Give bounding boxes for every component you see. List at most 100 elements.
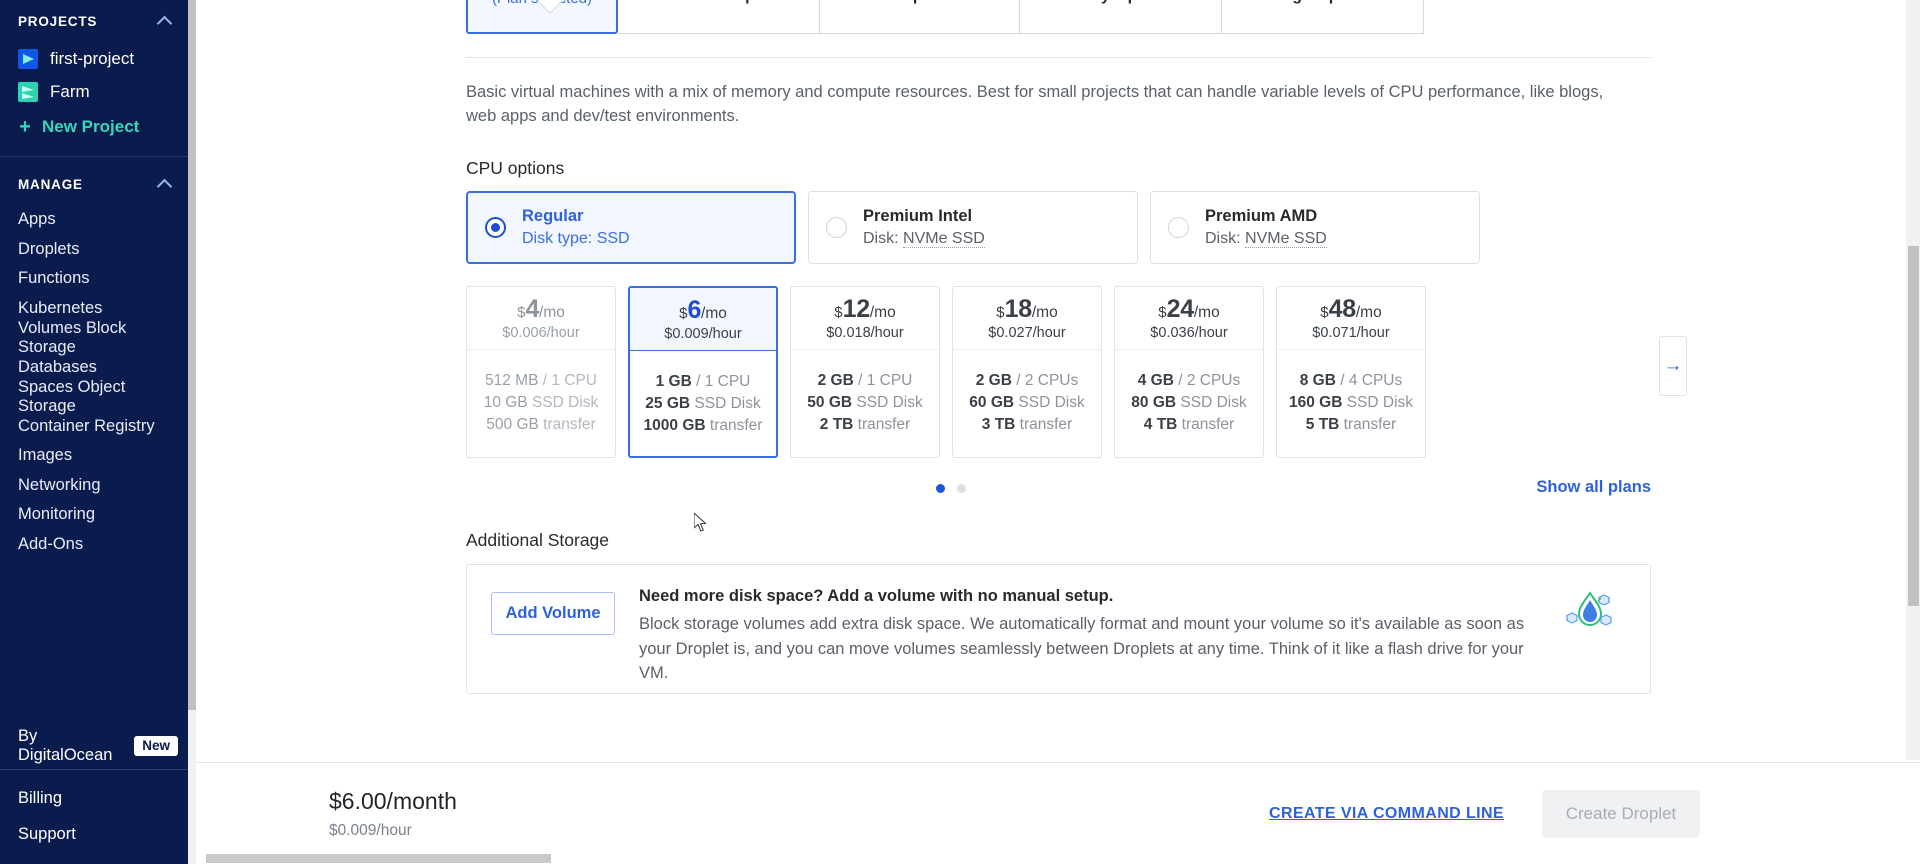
add-volume-button[interactable]: Add Volume xyxy=(491,591,615,635)
carousel-dot-2[interactable] xyxy=(957,484,966,494)
sidebar-item-label: Apps xyxy=(18,210,56,229)
plan-mem: 512 MB xyxy=(485,371,539,389)
create-droplet-button[interactable]: Create Droplet xyxy=(1542,789,1700,838)
show-all-plans-link[interactable]: Show all plans xyxy=(1536,478,1651,497)
sidebar-item-functions[interactable]: Functions xyxy=(0,264,196,294)
section-divider xyxy=(466,57,1651,58)
cpu-option-regular[interactable]: Regular Disk type: SSD xyxy=(466,190,796,264)
tab-label: CPU-Optimized xyxy=(861,0,977,5)
tab-memory-optimized[interactable]: Memory-Optimized xyxy=(1020,0,1222,34)
plan-disk-label: SSD Disk xyxy=(694,394,761,412)
main-scrollbar-thumb[interactable] xyxy=(1908,246,1919,606)
tab-general-purpose[interactable]: General Purpose xyxy=(618,0,820,34)
plan-transfer: 5 TB xyxy=(1305,415,1340,433)
plan-disk: 160 GB xyxy=(1288,393,1343,411)
arrow-right-icon[interactable]: → xyxy=(1659,335,1687,396)
sidebar-item-images[interactable]: Images xyxy=(0,441,196,471)
radio-icon[interactable] xyxy=(485,216,506,238)
sidebar-scrollbar-thumb[interactable] xyxy=(188,0,196,710)
sidebar-item-add-ons[interactable]: Add-Ons xyxy=(0,530,196,560)
plan-period: /mo xyxy=(1355,303,1382,321)
by-digitalocean-label: By DigitalOcean xyxy=(18,727,113,764)
plan-card[interactable]: $ 6 /mo $0.009/hour 1 GB / 1 CPU 25 GB S… xyxy=(628,285,778,458)
cpu-option-name: Premium AMD xyxy=(1205,206,1318,225)
cpu-option-premium-intel[interactable]: Premium Intel Disk: NVMe SSD xyxy=(808,190,1138,264)
plan-card[interactable]: $ 18 /mo $0.027/hour 2 GB / 2 CPUs 60 GB… xyxy=(952,285,1102,458)
additional-storage-body: Block storage volumes add extra disk spa… xyxy=(639,614,1525,683)
plan-mem: 4 GB xyxy=(1137,371,1174,389)
new-project-label: New Project xyxy=(42,117,140,136)
sidebar-item-monitoring[interactable]: Monitoring xyxy=(0,500,196,530)
sidebar-item-apps[interactable]: Apps xyxy=(0,205,196,235)
main-content: (Plan selected) General Purpose CPU-Opti… xyxy=(196,0,1920,864)
horizontal-scrollbar-thumb[interactable] xyxy=(206,854,551,863)
plan-card[interactable]: $ 12 /mo $0.018/hour 2 GB / 1 CPU 50 GB … xyxy=(790,285,940,458)
create-via-command-line-link[interactable]: CREATE VIA COMMAND LINE xyxy=(1269,805,1504,823)
plan-carousel: $ 4 /mo $0.006/hour 512 MB / 1 CPU 10 GB… xyxy=(466,285,1687,458)
by-digitalocean-row[interactable]: By DigitalOcean New xyxy=(0,723,196,769)
plan-transfer: 3 TB xyxy=(981,415,1016,433)
plan-transfer-label: transfer xyxy=(709,416,763,434)
plan-description: Basic virtual machines with a mix of mem… xyxy=(466,83,1604,126)
chevron-up-icon[interactable] xyxy=(158,177,172,191)
plan-specs: 512 MB / 1 CPU 10 GB SSD Disk 500 GB tra… xyxy=(483,371,599,433)
tab-cpu-optimized[interactable]: CPU-Optimized xyxy=(820,0,1020,34)
manage-header-label: MANAGE xyxy=(18,176,83,192)
plan-hourly: $0.006/hour xyxy=(502,324,580,341)
plan-card[interactable]: $ 48 /mo $0.071/hour 8 GB / 4 CPUs 160 G… xyxy=(1276,285,1426,458)
horizontal-scrollbar[interactable] xyxy=(196,852,1920,864)
sidebar-item-volumes-block-storage[interactable]: Volumes Block Storage xyxy=(0,319,196,356)
sidebar-item-billing[interactable]: Billing xyxy=(0,780,196,816)
plan-cpu: 4 CPUs xyxy=(1348,371,1403,389)
sidebar-item-label: Droplets xyxy=(18,239,80,258)
sidebar-item-spaces-object-storage[interactable]: Spaces Object Storage xyxy=(0,378,196,415)
plan-cpu: 1 CPU xyxy=(551,371,597,389)
sidebar-item-first-project[interactable]: first-project xyxy=(0,42,196,75)
plan-currency: $ xyxy=(1158,303,1167,321)
plan-hourly: $0.036/hour xyxy=(1150,324,1228,341)
projects-section-header[interactable]: PROJECTS xyxy=(0,0,196,42)
plan-cpu: 1 CPU xyxy=(866,371,913,389)
sidebar-footer: By DigitalOcean New Billing Support xyxy=(0,723,196,864)
plan-disk: 80 GB xyxy=(1131,393,1177,411)
sidebar-item-label: Farm xyxy=(50,81,90,101)
plan-amount: 18 xyxy=(1004,294,1033,323)
carousel-footer: Show all plans xyxy=(466,478,1651,500)
sidebar-item-label: Functions xyxy=(18,269,90,288)
scroll-down-arrow-icon[interactable] xyxy=(188,854,196,864)
price-summary: $6.00/month $0.009/hour xyxy=(329,788,457,840)
plan-transfer: 1000 GB xyxy=(643,416,706,434)
sidebar-item-droplets[interactable]: Droplets xyxy=(0,235,196,265)
radio-icon[interactable] xyxy=(1168,216,1189,238)
plan-mem: 2 GB xyxy=(817,371,854,389)
plan-disk-label: SSD Disk xyxy=(856,393,923,411)
cpu-option-premium-amd[interactable]: Premium AMD Disk: NVMe SSD xyxy=(1150,190,1480,264)
plan-disk-label: SSD Disk xyxy=(531,393,599,411)
plan-cpu: 2 CPUs xyxy=(1186,371,1241,389)
plan-hourly: $0.018/hour xyxy=(826,324,904,341)
plan-price: $ 6 /mo $0.009/hour xyxy=(630,287,776,351)
sidebar-item-label: Monitoring xyxy=(18,505,96,524)
plan-price: $ 12 /mo $0.018/hour xyxy=(791,287,939,350)
plan-disk: 10 GB xyxy=(483,393,528,411)
manage-section-header[interactable]: MANAGE xyxy=(0,163,196,205)
carousel-dot-1[interactable] xyxy=(936,484,945,494)
sidebar-item-networking[interactable]: Networking xyxy=(0,471,196,501)
sidebar-item-container-registry[interactable]: Container Registry xyxy=(0,412,196,442)
main-scrollbar[interactable] xyxy=(1906,0,1920,760)
new-project-button[interactable]: + New Project xyxy=(0,110,196,144)
radio-icon[interactable] xyxy=(826,216,847,238)
tab-storage-optimized[interactable]: Storage-Optimized xyxy=(1222,0,1424,34)
plan-specs: 2 GB / 1 CPU 50 GB SSD Disk 2 TB transfe… xyxy=(807,371,923,433)
sidebar-item-label: Add-Ons xyxy=(18,534,84,553)
plan-card[interactable]: $ 24 /mo $0.036/hour 4 GB / 2 CPUs 80 GB… xyxy=(1114,285,1264,458)
plan-period: /mo xyxy=(1193,303,1220,321)
sidebar-item-farm[interactable]: Farm xyxy=(0,75,196,108)
plan-mem: 2 GB xyxy=(975,371,1012,389)
plan-amount: 6 xyxy=(687,295,702,324)
sidebar-scrollbar[interactable] xyxy=(188,0,196,864)
chevron-up-icon[interactable] xyxy=(158,14,172,28)
sidebar-item-support[interactable]: Support xyxy=(0,816,196,852)
plan-card[interactable]: $ 4 /mo $0.006/hour 512 MB / 1 CPU 10 GB… xyxy=(466,285,616,458)
plan-period: /mo xyxy=(539,303,565,321)
